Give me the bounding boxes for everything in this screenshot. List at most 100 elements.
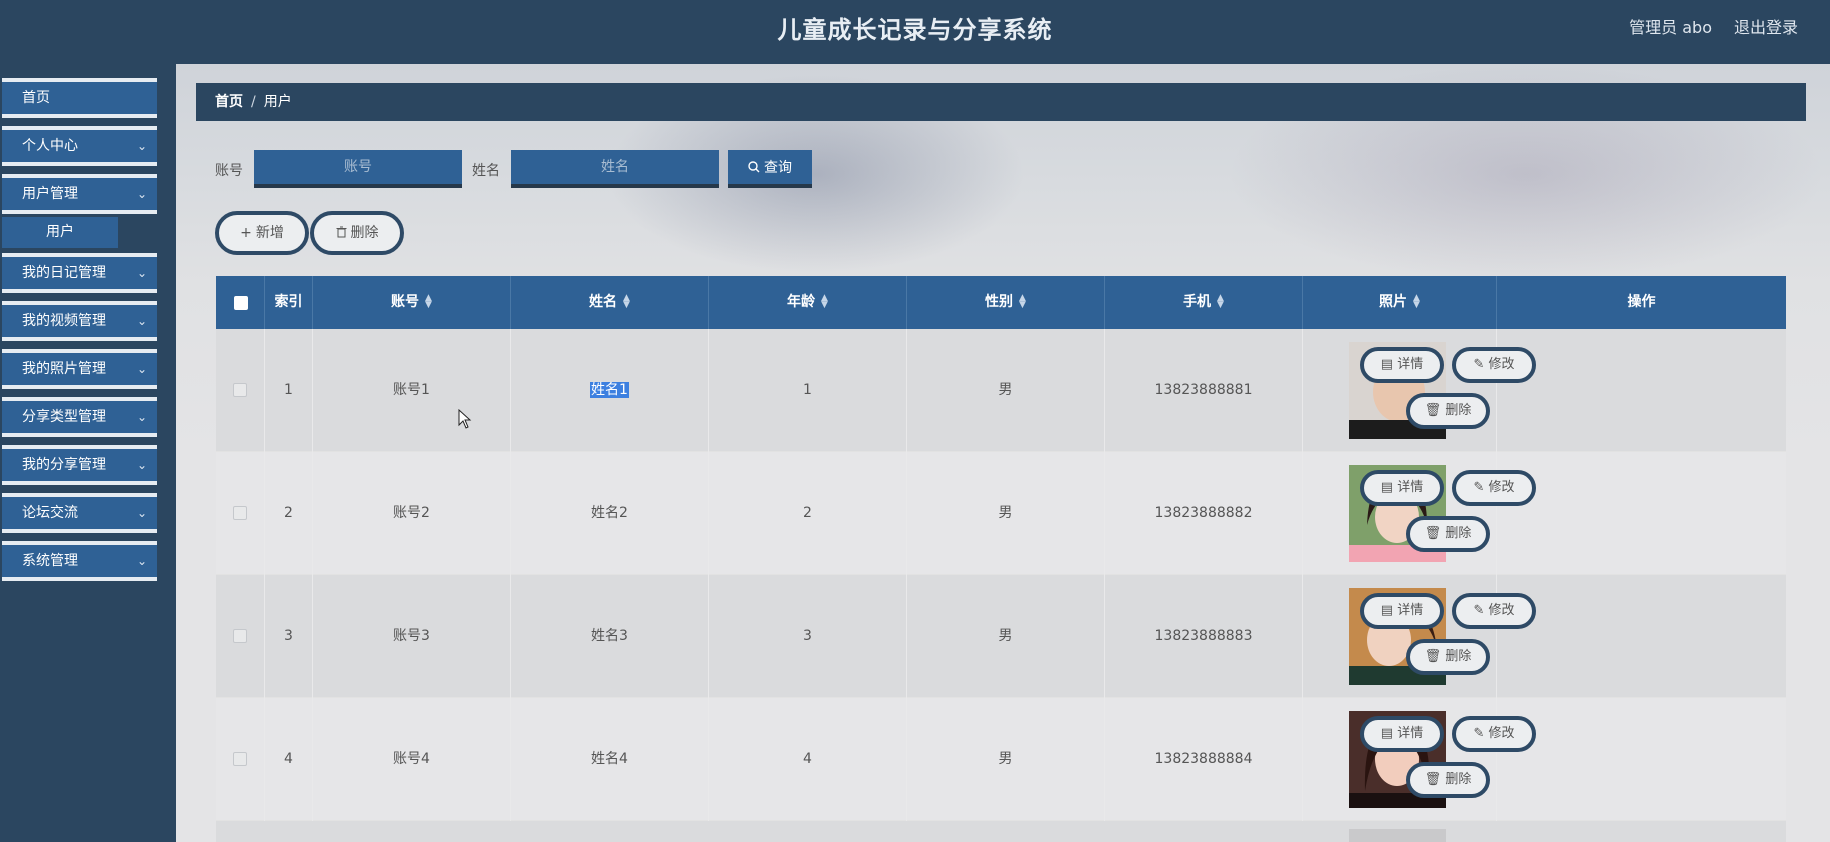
delete-button[interactable]: 🗑 删除: [1406, 516, 1490, 552]
edit-button[interactable]: ✎ 修改: [1452, 347, 1536, 383]
sidebar-item-personal-center[interactable]: 个人中心 ⌄: [2, 126, 157, 166]
breadcrumb-separator: /: [251, 94, 256, 110]
cell-account: 账号3: [313, 575, 511, 698]
plus-icon: +: [240, 225, 252, 241]
edit-button-label: 修改: [1488, 603, 1515, 618]
header-photo[interactable]: 照片 ▲ ▼: [1303, 276, 1497, 329]
delete-button-label: 删除: [1445, 403, 1472, 418]
current-user: 管理员 abo: [1629, 18, 1712, 37]
detail-button[interactable]: ▤ 详情: [1360, 347, 1444, 383]
header-account-label: 账号: [391, 294, 420, 310]
sidebar-item-forum[interactable]: 论坛交流 ⌄: [2, 493, 157, 533]
cell-age: 1: [709, 329, 907, 452]
row-checkbox[interactable]: [233, 506, 247, 520]
header-gender[interactable]: 性别 ▲ ▼: [907, 276, 1105, 329]
trash-icon: 🗑: [1424, 649, 1446, 664]
header-phone[interactable]: 手机 ▲ ▼: [1105, 276, 1303, 329]
detail-button[interactable]: ▤ 详情: [1360, 593, 1444, 629]
delete-button[interactable]: 🗑 删除: [1406, 393, 1490, 429]
edit-button[interactable]: ✎ 修改: [1452, 593, 1536, 629]
pencil-icon: ✎: [1473, 603, 1489, 618]
batch-delete-button[interactable]: 删除: [310, 211, 404, 255]
trash-icon: 🗑: [1424, 772, 1446, 787]
chevron-down-icon: ⌄: [136, 266, 147, 280]
delete-button[interactable]: 🗑 删除: [1406, 639, 1490, 675]
sidebar-item-label: 用户管理: [22, 186, 78, 202]
trash-icon: 🗑: [1424, 403, 1446, 418]
cell-index: 4: [265, 698, 313, 821]
logout-link[interactable]: 退出登录: [1734, 14, 1798, 38]
sidebar-item-label: 我的日记管理: [22, 265, 106, 281]
document-icon: ▤: [1380, 603, 1398, 618]
account-label: 账号: [215, 163, 243, 179]
header-age[interactable]: 年龄 ▲ ▼: [709, 276, 907, 329]
breadcrumb: 首页 / 用户: [196, 83, 1806, 121]
user-table: 索引 账号 ▲ ▼ 姓名 ▲ ▼ 年龄 ▲ ▼ 性别 ▲ ▼ 手机 ▲ ▼ 照片 ▲ ▼ 操作: [216, 276, 1786, 842]
row-checkbox[interactable]: [233, 629, 247, 643]
cell-name: 姓名2: [511, 452, 709, 575]
table-row: 1 账号1 姓名1 1 男 13823888881 ▤ 详情 ✎ 修改 🗑 删除: [216, 329, 1786, 452]
cell-gender: 男: [907, 452, 1105, 575]
table-header: 索引 账号 ▲ ▼ 姓名 ▲ ▼ 年龄 ▲ ▼ 性别 ▲ ▼ 手机 ▲ ▼ 照片 ▲ ▼ 操作: [216, 276, 1786, 329]
detail-button-label: 详情: [1397, 357, 1424, 372]
sidebar-item-share-type-management[interactable]: 分享类型管理 ⌄: [2, 397, 157, 437]
sidebar-item-label: 我的照片管理: [22, 361, 106, 377]
pencil-icon: ✎: [1473, 726, 1489, 741]
document-icon: ▤: [1380, 480, 1398, 495]
sort-icon: ▲ ▼: [1019, 293, 1026, 310]
detail-button-label: 详情: [1397, 726, 1424, 741]
sidebar-item-label: 系统管理: [22, 553, 78, 569]
select-all-checkbox[interactable]: [234, 296, 248, 310]
search-icon: [748, 161, 760, 173]
table-row: 3 账号3 姓名3 3 男 13823888883 ▤ 详情 ✎ 修改 🗑 删除: [216, 575, 1786, 698]
row-checkbox[interactable]: [233, 383, 247, 397]
chevron-down-icon: ⌄: [136, 187, 147, 201]
sidebar-item-label: 首页: [22, 90, 50, 106]
account-search-input[interactable]: [254, 150, 462, 188]
edit-button-label: 修改: [1488, 357, 1515, 372]
header-gender-label: 性别: [985, 294, 1014, 310]
row-checkbox[interactable]: [233, 752, 247, 766]
sidebar-item-home[interactable]: 首页: [2, 78, 157, 118]
detail-button-label: 详情: [1397, 480, 1424, 495]
document-icon: ▤: [1380, 726, 1398, 741]
sidebar-item-share-management[interactable]: 我的分享管理 ⌄: [2, 445, 157, 485]
query-button[interactable]: 查询: [728, 150, 812, 188]
detail-button[interactable]: ▤ 详情: [1360, 470, 1444, 506]
sidebar-item-photo-management[interactable]: 我的照片管理 ⌄: [2, 349, 157, 389]
chevron-down-icon: ⌄: [136, 458, 147, 472]
breadcrumb-home[interactable]: 首页: [215, 94, 243, 110]
cell-name: 姓名1: [511, 329, 709, 452]
mouse-cursor-icon: [458, 409, 472, 429]
add-button-label: 新增: [255, 225, 284, 241]
delete-button[interactable]: 🗑 删除: [1406, 762, 1490, 798]
submenu-item-users[interactable]: 用户: [2, 217, 118, 248]
header-photo-label: 照片: [1379, 294, 1408, 310]
user-photo[interactable]: [1349, 829, 1446, 842]
sidebar-item-label: 我的视频管理: [22, 313, 106, 329]
pencil-icon: ✎: [1473, 480, 1489, 495]
header-name[interactable]: 姓名 ▲ ▼: [511, 276, 709, 329]
header-account[interactable]: 账号 ▲ ▼: [313, 276, 511, 329]
edit-button[interactable]: ✎ 修改: [1452, 470, 1536, 506]
edit-button-label: 修改: [1488, 726, 1515, 741]
sidebar-item-diary-management[interactable]: 我的日记管理 ⌄: [2, 253, 157, 293]
add-button[interactable]: + 新增: [215, 211, 309, 255]
sidebar-item-user-management[interactable]: 用户管理 ⌄: [2, 174, 157, 214]
sidebar-item-video-management[interactable]: 我的视频管理 ⌄: [2, 301, 157, 341]
edit-button[interactable]: ✎ 修改: [1452, 716, 1536, 752]
sidebar-item-system-management[interactable]: 系统管理 ⌄: [2, 541, 157, 581]
detail-button[interactable]: ▤ 详情: [1360, 716, 1444, 752]
sidebar-item-label: 论坛交流: [22, 505, 78, 521]
query-button-label: 查询: [764, 160, 792, 176]
name-search-input[interactable]: [511, 150, 719, 188]
name-label: 姓名: [472, 163, 500, 179]
table-row: 4 账号4 姓名4 4 男 13823888884 ▤ 详情 ✎ 修改 🗑 删除: [216, 698, 1786, 821]
sort-icon: ▲ ▼: [821, 293, 828, 310]
cell-gender: 男: [907, 575, 1105, 698]
cell-age: 4: [709, 698, 907, 821]
header-operation: 操作: [1627, 294, 1656, 310]
chevron-down-icon: ⌄: [136, 554, 147, 568]
sort-icon: ▲ ▼: [623, 293, 630, 310]
cell-phone: 13823888883: [1105, 575, 1303, 698]
